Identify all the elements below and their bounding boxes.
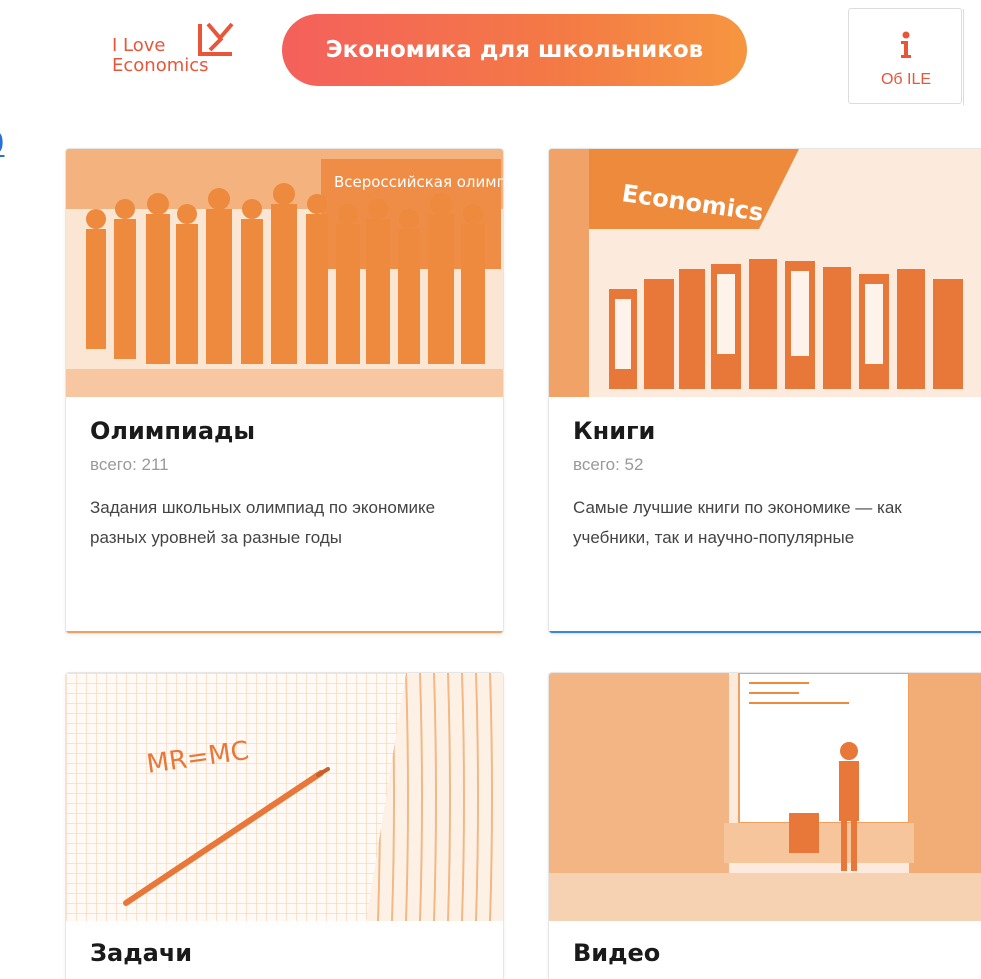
video-title: Видео: [573, 939, 661, 967]
books-count: всего: 52: [573, 455, 644, 474]
books-accent-line: [549, 631, 981, 633]
about-label: Об ILE: [880, 71, 932, 88]
olympiads-banner-text: Всероссийская олимпиада школьников: [334, 173, 503, 191]
site-logo[interactable]: I Love Economics: [112, 14, 242, 78]
logo-line-2: Economics: [112, 55, 209, 76]
video-card[interactable]: Видео: [548, 672, 981, 979]
books-description: Самые лучшие книги по экономике — как уч…: [573, 498, 902, 547]
header-divider: [963, 9, 964, 105]
tasks-image: MR=MC: [66, 673, 503, 921]
video-image: [549, 673, 981, 921]
olympiads-title: Олимпиады: [90, 417, 256, 445]
school-economics-button[interactable]: Экономика для школьников: [282, 14, 747, 86]
logo-mark-icon: [198, 22, 234, 56]
about-panel: Об ILE: [848, 8, 964, 105]
info-icon: [901, 31, 911, 58]
about-button[interactable]: Об ILE: [849, 9, 963, 105]
books-image: Economics: [549, 149, 981, 397]
edge-link[interactable]: o: [0, 118, 4, 162]
tasks-card[interactable]: MR=MC Задачи: [65, 672, 504, 979]
books-title: Книги: [573, 417, 656, 445]
olympiads-accent-line: [66, 631, 503, 633]
olympiads-count: всего: 211: [90, 455, 169, 474]
olympiads-image: Всероссийская олимпиада школьников: [66, 149, 503, 397]
school-economics-label: Экономика для школьников: [325, 37, 704, 63]
tasks-title: Задачи: [90, 939, 193, 967]
olympiads-description: Задания школьных олимпиад по экономике р…: [90, 498, 436, 547]
olympiads-card[interactable]: Всероссийская олимпиада школьников Олимп…: [65, 148, 504, 634]
logo-line-1: I Love: [112, 35, 166, 56]
books-card[interactable]: Economics Книги всего: 52 Самые лучшие к…: [548, 148, 981, 634]
